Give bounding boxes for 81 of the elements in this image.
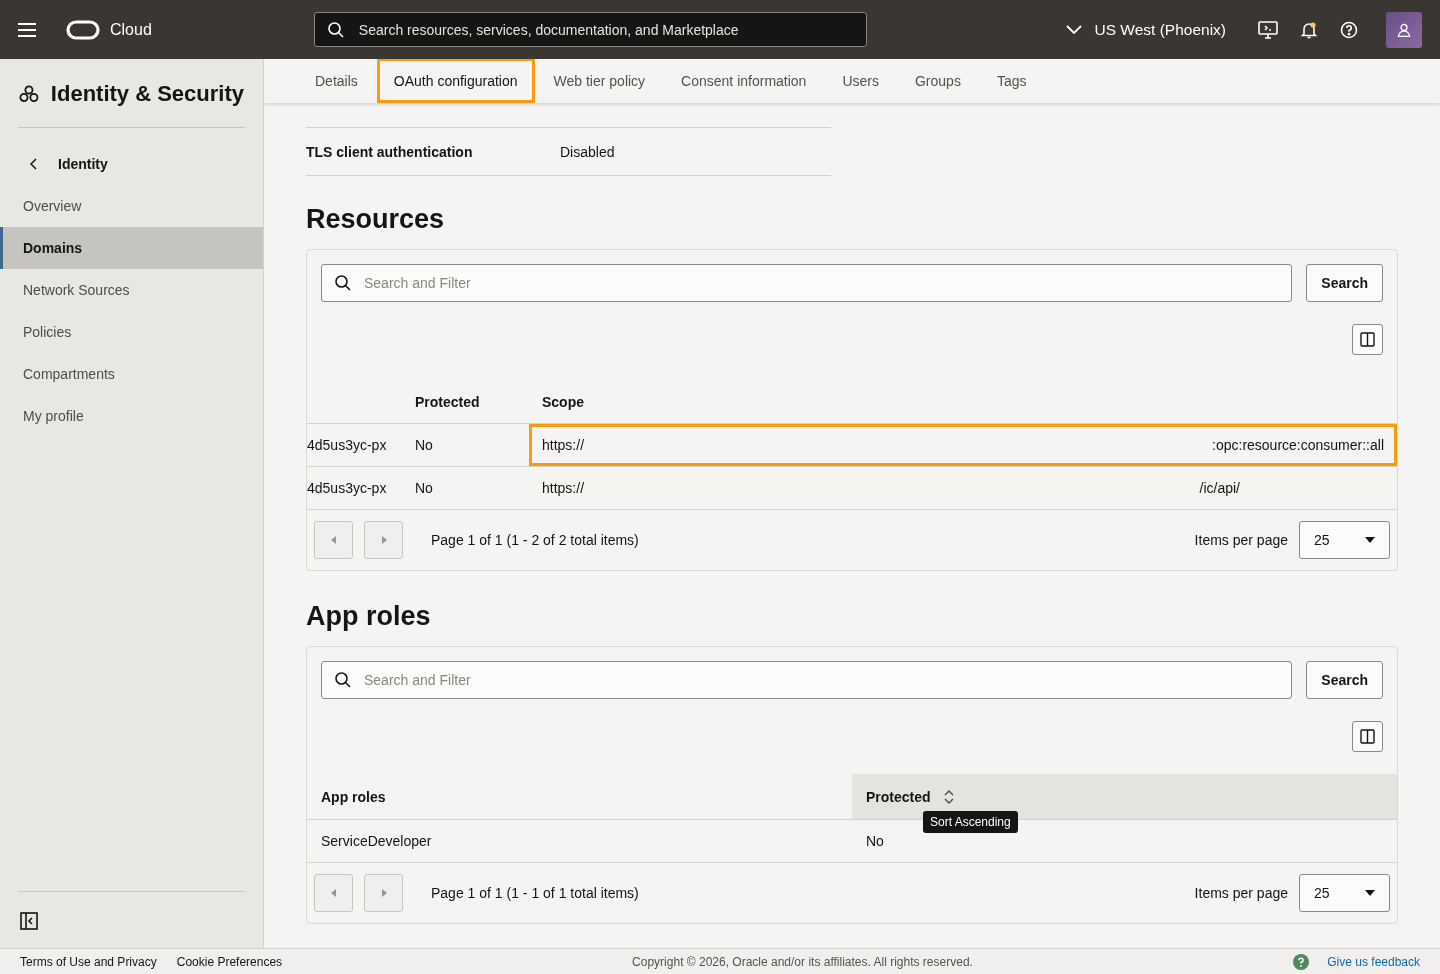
cloud-logo-link[interactable]: Cloud xyxy=(60,18,158,41)
back-link[interactable]: Identity xyxy=(0,143,263,185)
sidebar-item[interactable]: My profile xyxy=(0,395,263,437)
bell-icon xyxy=(1300,20,1318,39)
collapse-panel-icon xyxy=(20,912,38,930)
items-per-page-select[interactable]: 25 xyxy=(1299,874,1390,912)
section-heading: App roles xyxy=(306,601,432,632)
notifications-button[interactable] xyxy=(1300,20,1318,39)
table-cell: https:// xyxy=(542,480,585,496)
sidebar-item[interactable]: Compartments xyxy=(0,353,263,395)
page-info: Page 1 of 1 (1 - 2 of 2 total items) xyxy=(431,532,639,548)
cloud-shell-button[interactable] xyxy=(1258,20,1278,39)
table-cell: https:// xyxy=(542,437,585,453)
tab[interactable]: Tags xyxy=(979,59,1044,103)
footer-link[interactable]: Cookie Preferences xyxy=(176,954,283,969)
caret-right-icon xyxy=(380,889,387,897)
columns-button[interactable] xyxy=(1352,324,1383,355)
column-header[interactable]: Protected xyxy=(866,788,931,805)
sidebar-item[interactable]: Network Sources xyxy=(0,269,263,311)
help-icon xyxy=(1340,20,1358,39)
table-cell: /ic/api/ xyxy=(1199,480,1240,496)
tab[interactable]: Users xyxy=(825,59,896,103)
sort-icon[interactable] xyxy=(942,788,955,805)
search-icon xyxy=(326,20,345,39)
items-per-page-label: Items per page xyxy=(1194,532,1288,548)
table-cell: 4d5us3yc-px xyxy=(307,437,387,453)
property-value: Disabled xyxy=(560,143,615,160)
tooltip: Sort Ascending xyxy=(923,811,1018,833)
table-cell: No xyxy=(415,480,433,496)
search-icon xyxy=(334,671,352,689)
caret-left-icon xyxy=(330,889,337,897)
chevron-down-icon xyxy=(1066,25,1083,34)
user-icon xyxy=(1397,22,1411,37)
feedback-link[interactable]: Give us feedback xyxy=(1327,954,1420,969)
menu-button[interactable] xyxy=(18,22,36,37)
tab[interactable]: Groups xyxy=(897,59,978,103)
search-button[interactable]: Search xyxy=(1306,264,1383,302)
tab[interactable]: Details xyxy=(298,59,375,103)
profile-button[interactable] xyxy=(1386,11,1422,48)
items-per-page-label: Items per page xyxy=(1194,885,1288,901)
table-cell-text: No xyxy=(865,833,885,849)
table-cell-text: ServiceDeveloper xyxy=(320,833,433,849)
sidebar-item[interactable]: Policies xyxy=(0,311,263,353)
tab[interactable]: Web tier policy xyxy=(536,59,663,103)
footer-link[interactable]: Terms of Use and Privacy xyxy=(20,954,157,969)
table-cell: No xyxy=(415,437,433,453)
chevron-left-icon xyxy=(30,158,38,170)
region-selector[interactable]: US West (Phoenix) xyxy=(1060,19,1232,40)
help-button[interactable] xyxy=(1340,20,1358,39)
sidebar-item[interactable]: Overview xyxy=(0,185,263,227)
column-header: Scope xyxy=(542,393,584,410)
columns-icon xyxy=(1360,332,1375,347)
section-heading: Resources xyxy=(306,204,446,235)
column-header: Protected xyxy=(415,393,480,410)
collapse-sidebar-button[interactable] xyxy=(20,912,38,930)
copyright-text: Copyright © 2026, Oracle and/or its affiliates. All rights reserved. xyxy=(632,954,973,969)
sidebar-item[interactable]: Domains xyxy=(0,227,263,269)
property-label: TLS client authentication xyxy=(306,143,474,160)
sidebar-title: Identity & Security xyxy=(50,81,244,107)
tab[interactable]: OAuth configuration xyxy=(376,59,535,103)
global-search-field[interactable]: Search resources, services, documentation, and Marketplace xyxy=(313,12,867,47)
columns-icon xyxy=(1360,729,1375,744)
table-cell: :opc:resource:consumer::all xyxy=(1212,437,1384,453)
cubes-icon xyxy=(19,85,39,103)
monitor-icon xyxy=(1258,20,1278,39)
global-search-input[interactable]: Search resources, services, documentation, and Marketplace xyxy=(356,13,854,46)
tab[interactable]: Consent information xyxy=(664,59,824,103)
caret-left-icon xyxy=(330,536,337,544)
help-icon xyxy=(1293,953,1310,970)
page-info: Page 1 of 1 (1 - 1 of 1 total items) xyxy=(431,885,639,901)
caret-down-icon xyxy=(1365,890,1375,896)
columns-button[interactable] xyxy=(1352,721,1383,752)
search-button[interactable]: Search xyxy=(1306,661,1383,699)
table-cell: 4d5us3yc-px xyxy=(307,480,387,496)
logo-icon xyxy=(66,19,100,40)
search-icon xyxy=(334,274,352,292)
caret-right-icon xyxy=(380,536,387,544)
column-header: App roles xyxy=(321,788,386,805)
caret-down-icon xyxy=(1365,537,1375,543)
menu-icon xyxy=(18,22,36,37)
items-per-page-select[interactable]: 25 xyxy=(1299,521,1390,559)
